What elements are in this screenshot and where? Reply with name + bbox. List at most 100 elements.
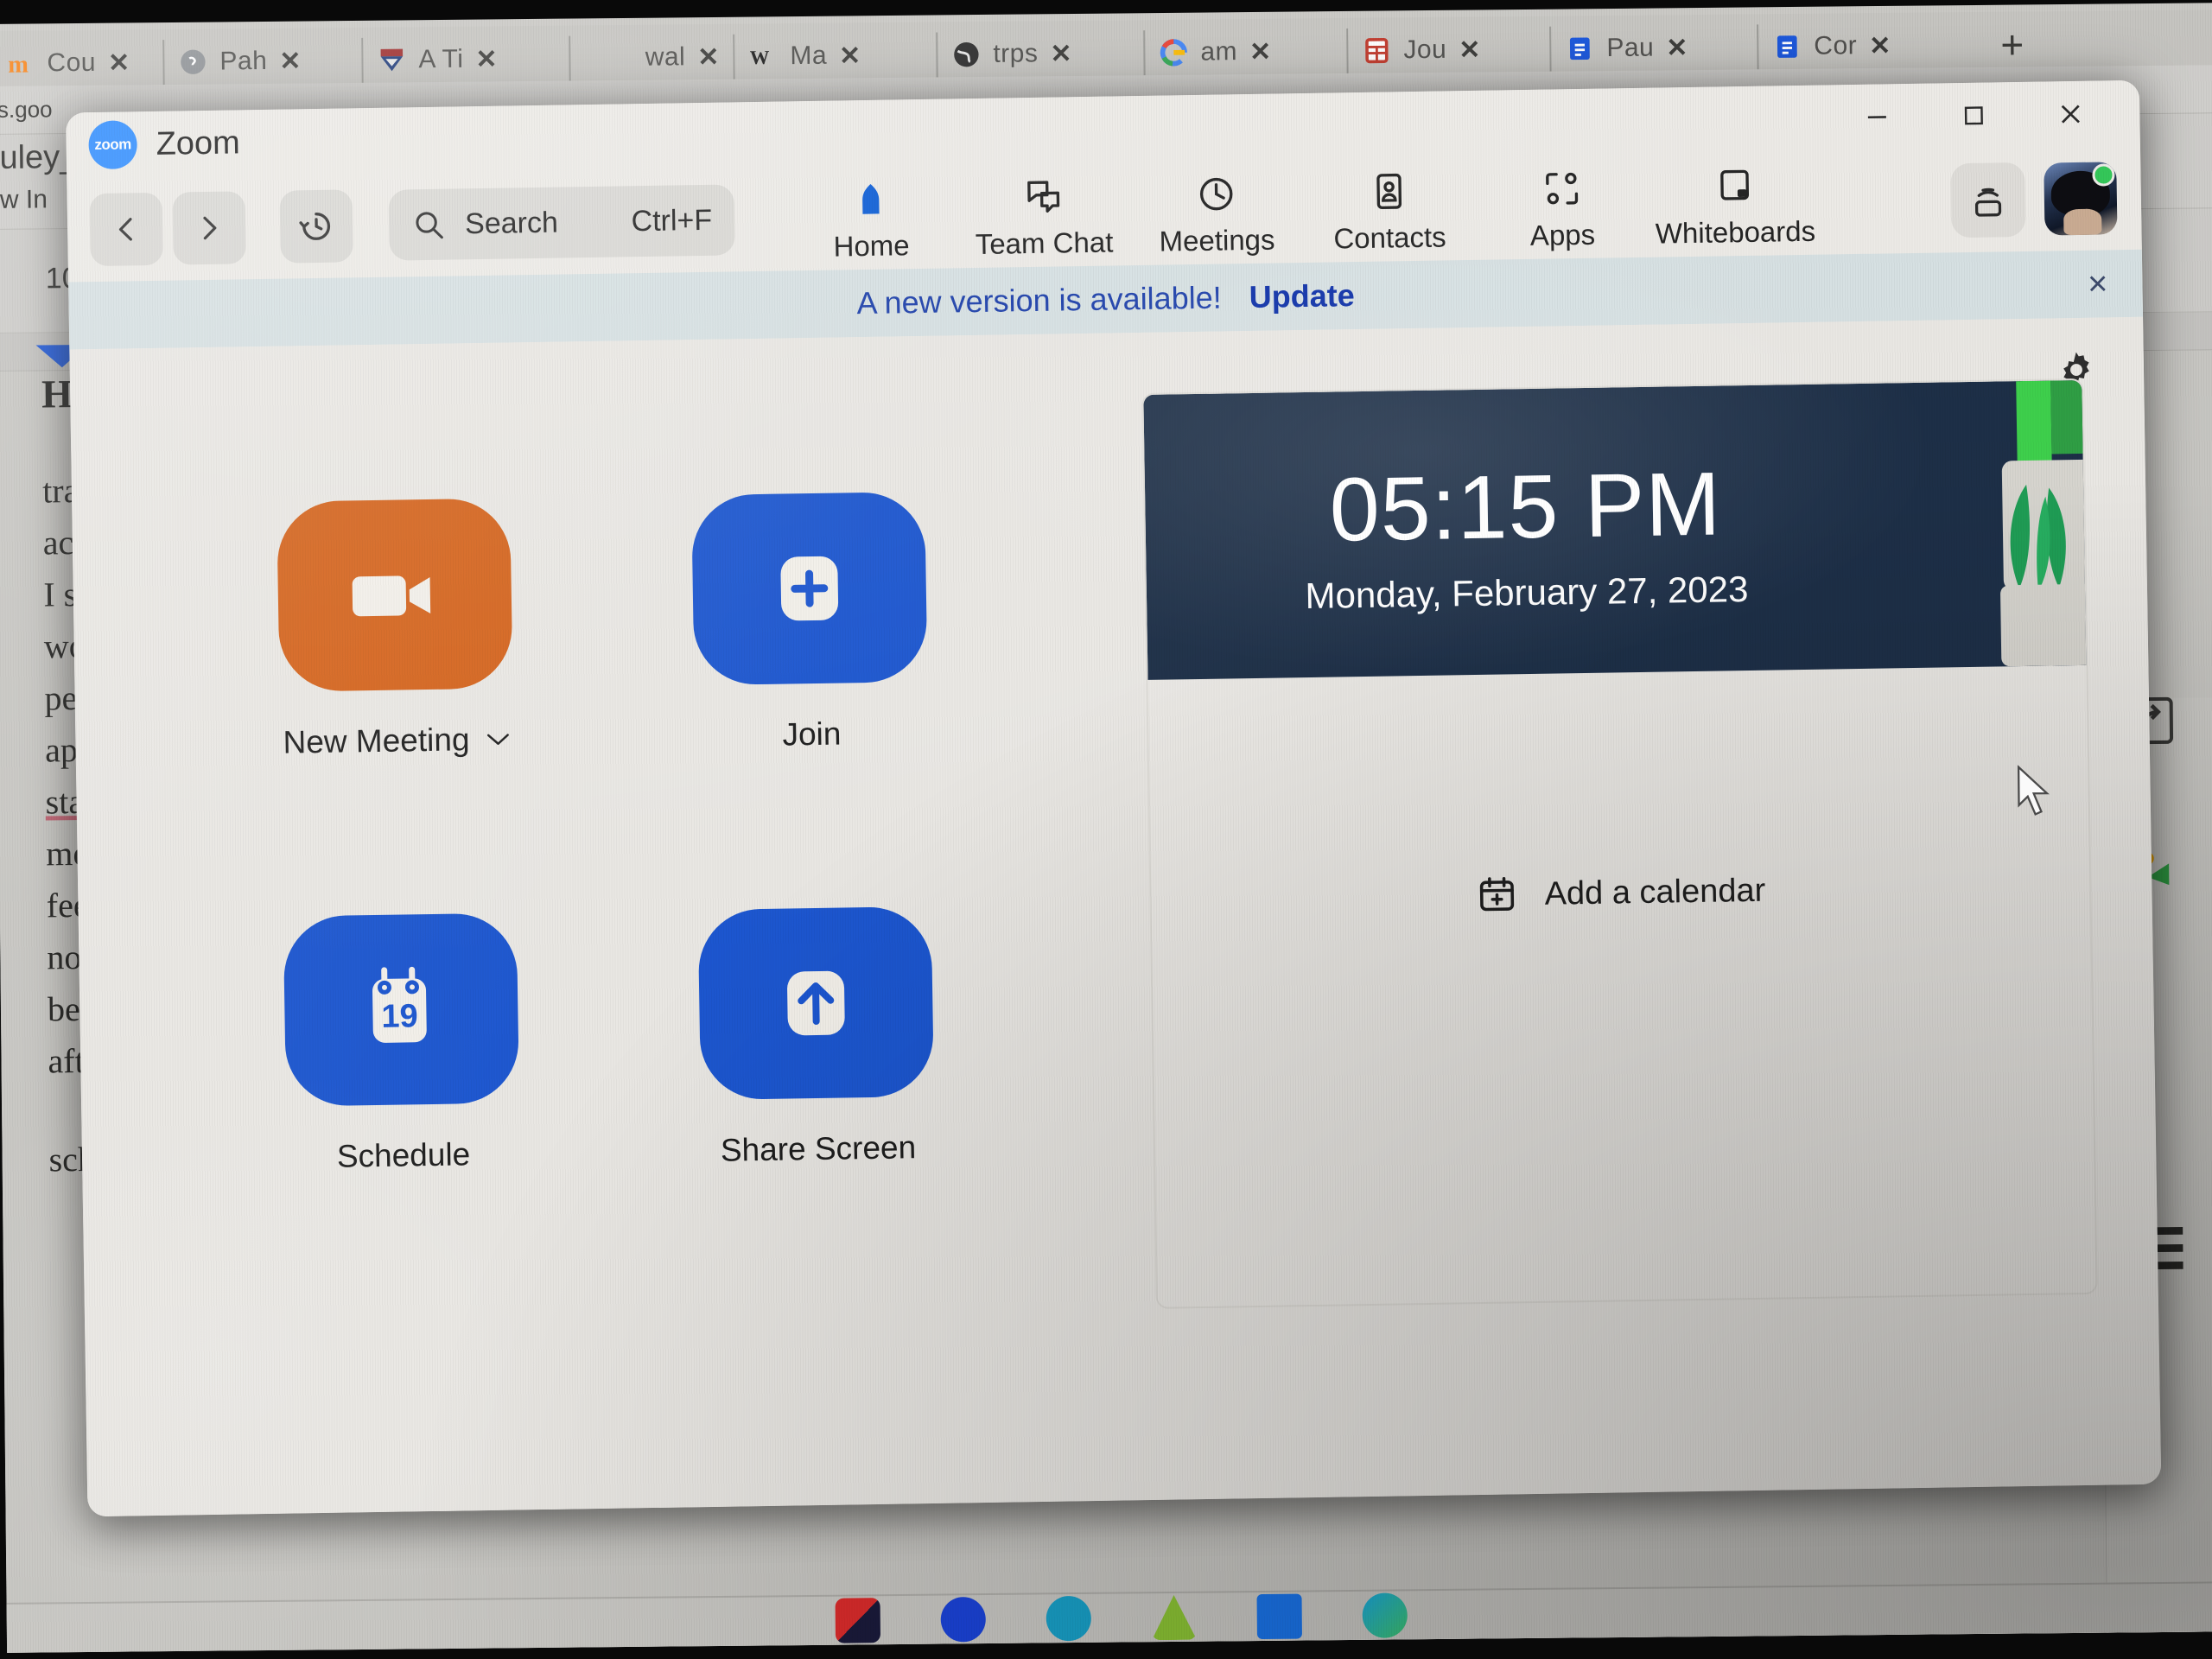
- add-calendar-button[interactable]: Add a calendar: [1151, 864, 2090, 922]
- calendar-pane: 05:15 PM Monday, February 27, 2023 Add a…: [1106, 317, 2161, 1501]
- new-tab-button[interactable]: +: [1974, 22, 2050, 67]
- whiteboard-icon: [1720, 169, 1750, 200]
- share-screen-label-row: Share Screen: [697, 1129, 940, 1169]
- close-icon[interactable]: ✕: [1666, 33, 1688, 63]
- schedule-cell: 19 Schedule: [276, 757, 525, 1175]
- background-tab-title: Cor: [1814, 31, 1858, 60]
- new-meeting-button[interactable]: [276, 498, 513, 692]
- tab-contacts[interactable]: Contacts: [1302, 163, 1477, 256]
- chevron-down-icon[interactable]: [485, 731, 511, 748]
- taskbar-icon[interactable]: [835, 1598, 881, 1643]
- taskbar-icon[interactable]: [940, 1597, 987, 1643]
- close-icon[interactable]: ✕: [839, 41, 861, 71]
- forward-button[interactable]: [172, 191, 246, 265]
- action-tiles-grid: New Meeting Join 19 Schedule Share Scree…: [272, 491, 940, 1176]
- maximize-icon: [1964, 106, 1983, 125]
- share-screen-button[interactable]: [697, 906, 935, 1101]
- background-tab[interactable]: Pah ✕: [164, 37, 364, 86]
- tab-whiteboards[interactable]: Whiteboards: [1648, 158, 1822, 251]
- schedule-label-row: Schedule: [283, 1135, 525, 1175]
- background-tab-title: wal: [645, 42, 686, 72]
- tile-label: Share Screen: [720, 1129, 917, 1168]
- calendar-19-icon: 19: [372, 966, 427, 1043]
- laptop-photo-backdrop: m Cou ✕ Pah ✕ A Ti ✕ wal ✕ W Ma ✕ trps ✕: [0, 0, 2212, 1659]
- background-tab[interactable]: Cor ✕: [1758, 22, 1974, 69]
- laptop-screen: m Cou ✕ Pah ✕ A Ti ✕ wal ✕ W Ma ✕ trps ✕: [0, 3, 2212, 1653]
- taskbar-icon[interactable]: [1152, 1595, 1197, 1640]
- background-tab-title: Ma: [790, 41, 828, 71]
- banner-close-icon[interactable]: ×: [2088, 264, 2108, 302]
- action-tiles-pane: New Meeting Join 19 Schedule Share Scree…: [69, 334, 1124, 1517]
- tab-meetings[interactable]: Meetings: [1129, 166, 1304, 258]
- sheet-favicon: [1365, 38, 1389, 64]
- close-button[interactable]: [2022, 80, 2120, 148]
- share-screen-cell: Share Screen: [691, 751, 940, 1169]
- close-icon[interactable]: ✕: [108, 48, 130, 78]
- wikipedia-favicon: W: [750, 47, 770, 68]
- avatar-face: [2063, 208, 2102, 236]
- close-icon[interactable]: ✕: [279, 46, 301, 76]
- close-icon[interactable]: ✕: [1249, 36, 1271, 67]
- home-icon: [862, 183, 880, 214]
- zoom-window: zoom Zoom Search Ctrl+F Home Team Chat M…: [66, 79, 2162, 1517]
- toolbar-right-group: [1950, 146, 2118, 252]
- calendar-plus-icon: [1480, 876, 1515, 912]
- background-tab[interactable]: Jou ✕: [1348, 26, 1552, 73]
- history-button[interactable]: [279, 189, 353, 264]
- taskbar-icon[interactable]: [1362, 1592, 1408, 1638]
- background-tab[interactable]: am ✕: [1145, 28, 1349, 76]
- update-link[interactable]: Update: [1249, 277, 1355, 315]
- search-placeholder: Search: [464, 206, 559, 240]
- crest-favicon: [380, 48, 404, 72]
- cast-button[interactable]: [1950, 162, 2026, 238]
- svg-text:m: m: [8, 52, 29, 79]
- background-tab[interactable]: Pau ✕: [1551, 24, 1759, 72]
- avatar[interactable]: [2044, 162, 2118, 236]
- join-label-row: Join: [690, 715, 933, 754]
- chevron-left-icon: [118, 218, 132, 241]
- tab-apps[interactable]: Apps: [1475, 161, 1649, 253]
- globe-favicon: [954, 42, 979, 67]
- minimize-button[interactable]: [1828, 84, 1926, 151]
- tab-team-chat[interactable]: Team Chat: [957, 168, 1131, 261]
- background-tab-title: Cou: [47, 48, 97, 78]
- chat-icon: [1027, 181, 1060, 213]
- search-input[interactable]: Search Ctrl+F: [388, 184, 735, 261]
- background-tab[interactable]: m Cou ✕: [0, 40, 165, 86]
- close-icon[interactable]: ✕: [1459, 35, 1480, 65]
- search-icon: [416, 212, 443, 239]
- background-tab[interactable]: A Ti ✕: [363, 35, 571, 83]
- clock-card: 05:15 PM Monday, February 27, 2023: [1143, 379, 2090, 680]
- schedule-button[interactable]: 19: [283, 912, 520, 1107]
- new-meeting-cell: New Meeting: [272, 498, 518, 760]
- add-calendar-label: Add a calendar: [1544, 872, 1766, 912]
- cast-icon: [1974, 188, 2002, 217]
- contacts-icon: [1376, 173, 1402, 210]
- apps-icon: [1546, 172, 1579, 205]
- zoom-logo-icon: zoom: [88, 120, 138, 170]
- taskbar-icon[interactable]: [1256, 1593, 1303, 1640]
- close-icon[interactable]: ✕: [697, 41, 719, 72]
- history-clock-icon: [299, 213, 331, 240]
- minimize-icon: [1867, 116, 1886, 119]
- maximize-button[interactable]: [1925, 82, 2023, 149]
- tab-label: Apps: [1529, 218, 1596, 251]
- background-tab-title: Pah: [219, 46, 268, 76]
- background-tab[interactable]: W Ma ✕: [734, 32, 938, 79]
- close-icon[interactable]: ✕: [1050, 38, 1071, 68]
- tile-label: Join: [782, 715, 842, 753]
- back-button[interactable]: [89, 192, 163, 267]
- url-fragment: s.goo: [0, 96, 53, 123]
- close-icon[interactable]: ✕: [1869, 30, 1891, 60]
- background-tab[interactable]: trps ✕: [938, 30, 1146, 78]
- window-title: Zoom: [156, 124, 241, 162]
- home-content: New Meeting Join 19 Schedule Share Scree…: [69, 316, 2162, 1517]
- tab-home[interactable]: Home: [784, 171, 958, 264]
- up-arrow-square-icon: [787, 970, 845, 1036]
- close-icon[interactable]: ✕: [475, 44, 497, 74]
- taskbar-icon[interactable]: [1046, 1595, 1092, 1642]
- background-tab[interactable]: wal ✕: [570, 34, 735, 81]
- join-button[interactable]: [691, 491, 928, 686]
- tile-label: New Meeting: [283, 721, 470, 760]
- video-camera-icon: [352, 575, 431, 617]
